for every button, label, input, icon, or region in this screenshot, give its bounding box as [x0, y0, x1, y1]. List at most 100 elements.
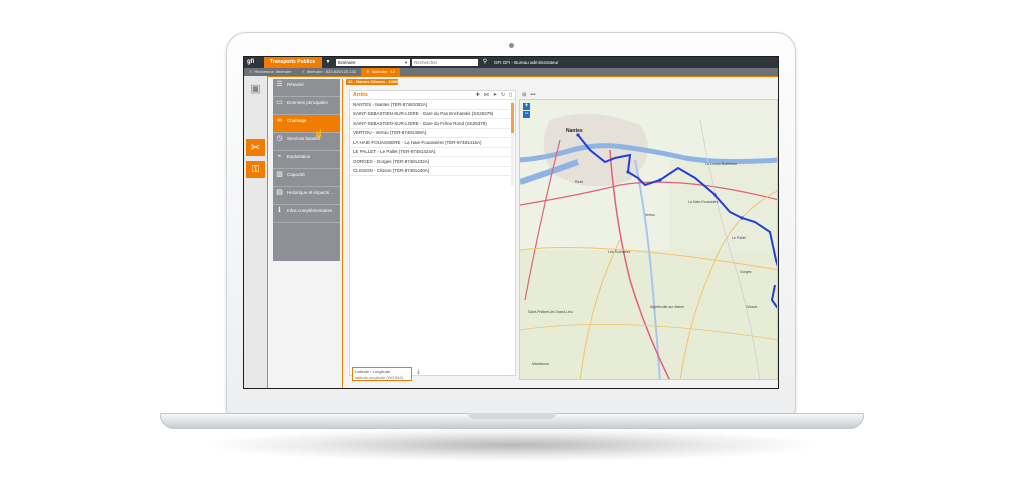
accent-line [268, 76, 778, 77]
map-label: Gorges [740, 270, 752, 274]
stops-actions: ✚ ⋈ ➤ ↻ ▯ [476, 92, 512, 98]
app-title[interactable]: Transports Publics [264, 57, 322, 68]
stop-marker [658, 178, 662, 182]
tab-label: Recherche: Itinéraire [254, 69, 292, 74]
sidebar-item-chainage[interactable]: ∞ Chaînage [273, 115, 340, 133]
caret-down-icon: ▼ [404, 60, 408, 65]
user-info[interactable]: GFI GFI - Bureau administrateur [494, 57, 559, 68]
sidebar-item-label: Exploitation [287, 154, 311, 159]
map-label: Machecoul [532, 362, 549, 366]
delete-icon[interactable]: ▯ [509, 92, 512, 98]
close-icon[interactable]: ✕ [366, 68, 369, 76]
sidebar-item-label: Capacité [287, 172, 305, 177]
stops-panel: Arrêts ✚ ⋈ ➤ ↻ ▯ NANTES - Nantes (TER-87… [349, 90, 516, 376]
tab-itineraire-823[interactable]: ✕ Itinéraire : 823-820/120-132 [297, 68, 362, 76]
section-sidebar: ☰ Résumé ▭ Données principales ∞ Chaînag… [273, 79, 340, 261]
list-item[interactable]: GORGES - Gorges (TER-87481432A) [350, 157, 510, 167]
tab-label: Itinéraire : 12 [371, 69, 395, 74]
bars-icon: ▥ [276, 171, 283, 178]
search-icon[interactable]: ⚲ [480, 57, 490, 68]
sidebar-item-resume[interactable]: ☰ Résumé [273, 79, 340, 97]
stops-scrollbar[interactable] [511, 101, 514, 186]
sidebar-item-services[interactable]: ◷ Services bandes [273, 133, 340, 151]
map-label: Les Sorinières [608, 250, 631, 254]
add-icon[interactable]: ✚ [476, 92, 480, 98]
more-icon[interactable]: ••• [530, 92, 535, 98]
sidebar-item-historique[interactable]: ▤ Historique et impacts ... [273, 187, 340, 205]
close-icon[interactable]: ✕ [249, 68, 252, 76]
content-divider [342, 79, 343, 388]
search-mode-value: Itinéraire [338, 60, 356, 65]
list-item[interactable]: VERTOU - Vertou (TER-87481408A) [350, 129, 510, 138]
sidebar-item-donnees-principales[interactable]: ▭ Données principales [273, 97, 340, 115]
card-icon: ▭ [276, 99, 283, 106]
zoom-control: + − [523, 103, 530, 119]
list-item[interactable]: LE PALLET - Le Pallet (TER-87481424A) [350, 148, 510, 157]
sidebar-item-label: Chaînage [287, 118, 307, 123]
list-item[interactable]: CLISSON - Clisson (TER-87481440A) [350, 167, 510, 176]
sidebar-item-exploitation[interactable]: ⌁ Exploitation [273, 151, 340, 169]
download-icon[interactable]: ⤓ [417, 369, 420, 376]
stop-marker [626, 170, 630, 174]
sidebar-item-infos[interactable]: ℹ Infos complémentaires [273, 205, 340, 223]
top-bar: gfi Transports Publics ▼ Itinéraire ▼ ⚲ … [244, 57, 778, 68]
stops-title: Arrêts [353, 92, 368, 98]
clock-icon: ◷ [276, 135, 283, 142]
history-icon: ▤ [276, 189, 283, 196]
tools-icon[interactable]: ✂ [246, 139, 265, 156]
close-icon[interactable]: ✕ [302, 68, 305, 76]
tab-itineraire-12[interactable]: ✕ Itinéraire : 12 [361, 68, 400, 76]
zoom-in-button[interactable]: + [523, 103, 530, 110]
hand-cursor-icon: ☝ [314, 129, 324, 138]
map-canvas [520, 113, 777, 379]
list-icon: ☰ [276, 81, 283, 88]
lock-icon[interactable]: ⚿ [246, 161, 265, 178]
rail-divider [267, 76, 268, 388]
tab-label: Itinéraire : 823-820/120-132 [306, 69, 357, 74]
grid-icon[interactable]: ▣ [246, 80, 265, 97]
link-icon: ∞ [277, 117, 282, 124]
map-label: Saint-Philbert-de-Grand-Lieu [528, 310, 573, 314]
app-screen: gfi Transports Publics ▼ Itinéraire ▼ ⚲ … [243, 56, 779, 389]
map-label: Nantes [566, 128, 583, 134]
info-icon: ℹ [278, 207, 281, 214]
tab-recherche[interactable]: ✕ Recherche: Itinéraire [244, 68, 297, 76]
map-toolbar: ⊞ ••• [520, 91, 778, 99]
coords-hint: latitude,longitude (WGS84) [355, 374, 404, 380]
itinerary-header: 12 - Nantes Clisson - 14/06/2015 [346, 79, 398, 85]
map-label: Le Pallet [732, 236, 746, 240]
sidebar-item-label: Historique et impacts ... [287, 190, 335, 195]
list-item[interactable]: SAINT-SEBASTIEN-SUR-LOIRE - Gare du Pas … [350, 110, 510, 119]
locate-icon[interactable]: ➤ [493, 92, 497, 98]
scroll-thumb[interactable] [511, 103, 514, 133]
sidebar-item-label: Infos complémentaires [287, 208, 333, 213]
share-icon[interactable]: ⋈ [484, 92, 489, 98]
map-label: Rezé [575, 180, 584, 184]
left-rail: ▣ ✂ ⚿ [244, 76, 267, 388]
laptop-notch [468, 413, 556, 419]
zoom-out-button[interactable]: − [523, 111, 530, 118]
map-label: Clisson [746, 305, 758, 309]
sidebar-item-label: Données principales [287, 100, 328, 105]
stop-marker [713, 193, 717, 197]
chart-icon: ⌁ [277, 153, 282, 160]
map-layers-icon[interactable]: ⊞ [522, 92, 526, 98]
map-label: Vertou [645, 213, 656, 217]
gfi-logo: gfi [247, 59, 255, 65]
chevron-down-icon[interactable]: ▼ [322, 57, 334, 68]
coords-field[interactable]: Latitude / Longitude latitude,longitude … [352, 367, 412, 381]
search-mode-select[interactable]: Itinéraire ▼ [336, 59, 410, 66]
list-item[interactable]: LA HAIE-FOUASSIERE - La Haie-Fouassière … [350, 138, 510, 148]
map-label: La Haie-Fouassière [688, 200, 719, 204]
refresh-icon[interactable]: ↻ [501, 92, 505, 98]
list-item[interactable]: NANTES - Nantes (TER-87481002A) [350, 100, 510, 110]
search-input[interactable] [412, 59, 478, 66]
map-label: Aigrefeuille-sur-Maine [650, 305, 685, 309]
tab-bar: ✕ Recherche: Itinéraire ✕ Itinéraire : 8… [244, 68, 778, 76]
list-item[interactable]: SAINT-SEBASTIEN-SUR-LOIRE - Gare du Frên… [350, 119, 510, 129]
route-map[interactable]: Nantes Vertou Rezé La Haie-Fouassière Le… [519, 99, 778, 380]
camera-dot [509, 43, 514, 48]
sidebar-item-capacite[interactable]: ▥ Capacité [273, 169, 340, 187]
laptop-shadow [200, 428, 824, 462]
stop-marker [740, 216, 744, 220]
